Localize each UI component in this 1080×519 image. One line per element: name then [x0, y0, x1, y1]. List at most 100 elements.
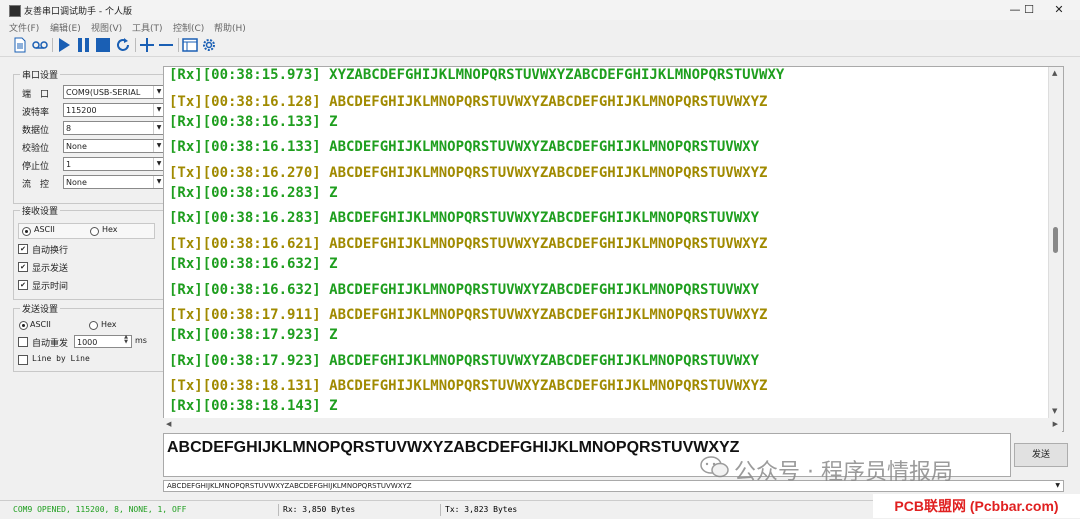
databits-select[interactable]: 8 ▼ — [63, 121, 165, 135]
parity-label: 校验位 — [22, 144, 50, 154]
parity-select[interactable]: None ▼ — [63, 139, 165, 153]
stopbits-label: 停止位 — [22, 162, 50, 172]
scroll-right-icon[interactable]: ▶ — [1053, 420, 1058, 428]
auto-newline-checkbox[interactable]: ✔ — [18, 244, 28, 254]
settings-panel: 串口设置 端 口 COM9(USB-SERIAL ▼ 波特率 115200 ▼ 数据… — [8, 58, 167, 498]
log-line: [Rx][00:38:15.973] XYZABCDEFGHIJKLMNOPQR… — [169, 67, 785, 83]
window-title: 友善串口调试助手 - 个人版 — [24, 7, 132, 17]
close-button[interactable]: ✕ — [1038, 0, 1080, 20]
baud-select[interactable]: 115200 ▼ — [63, 103, 165, 117]
send-ascii-radio[interactable] — [19, 321, 28, 330]
brand-banner: PCB联盟网 (Pcbbar.com) — [873, 494, 1080, 518]
receive-ascii-label: ASCII — [34, 225, 55, 234]
scroll-thumb[interactable] — [1053, 227, 1058, 253]
show-time-label: 显示时间 — [32, 282, 69, 292]
send-settings-group: 发送设置 ASCII Hex 自动重发 1000 ▲ ▼ ms Line by L… — [13, 302, 165, 372]
log-line: [Rx][00:38:18.143] Z — [169, 398, 338, 414]
remove-icon[interactable] — [158, 37, 174, 53]
stepper-icon[interactable]: ▲ ▼ — [122, 335, 130, 346]
auto-resend-checkbox[interactable] — [18, 337, 28, 347]
title-bar: 友善串口调试助手 - 个人版 — ☐ ✕ — [0, 0, 1080, 20]
show-time-checkbox[interactable]: ✔ — [18, 280, 28, 290]
log-line: [Rx][00:38:17.923] Z — [169, 327, 338, 343]
menu-file[interactable]: 文件(F) — [9, 21, 39, 34]
stopbits-select[interactable]: 1 ▼ — [63, 157, 165, 171]
log-vertical-scrollbar[interactable]: ▲ ▼ — [1048, 67, 1063, 431]
send-hex-label: Hex — [101, 320, 117, 329]
baud-label: 波特率 — [22, 108, 50, 118]
databits-label: 数据位 — [22, 126, 50, 136]
receive-log[interactable]: [Rx][00:38:15.973] XYZABCDEFGHIJKLMNOPQR… — [163, 66, 1064, 432]
serial-settings-title: 串口设置 — [20, 68, 61, 81]
scroll-down-icon[interactable]: ▼ — [1052, 407, 1057, 415]
refresh-icon[interactable] — [115, 37, 131, 53]
receive-hex-radio[interactable] — [90, 227, 99, 236]
layout-icon[interactable] — [182, 37, 198, 53]
log-line: [Rx][00:38:16.283] Z — [169, 185, 338, 201]
rx-count: Rx: 3,850 Bytes — [283, 505, 356, 514]
parity-row: 校验位 None ▼ — [22, 139, 167, 154]
menu-help[interactable]: 帮助(H) — [214, 21, 246, 34]
log-line: [Rx][00:38:16.133] Z — [169, 114, 338, 130]
send-history-value: ABCDEFGHIJKLMNOPQRSTUVWXYZABCDEFGHIJKLMN… — [167, 482, 412, 490]
gear-icon[interactable] — [201, 37, 217, 53]
port-row: 端 口 COM9(USB-SERIAL ▼ — [22, 85, 167, 100]
auto-resend-label: 自动重发 — [32, 339, 69, 349]
send-input-text: ABCDEFGHIJKLMNOPQRSTUVWXYZABCDEFGHIJKLMN… — [167, 439, 740, 456]
line-by-line-checkbox[interactable] — [18, 355, 28, 365]
log-line: [Rx][00:38:16.632] Z — [169, 256, 338, 272]
port-status: COM9 OPENED, 115200, 8, NONE, 1, OFF — [13, 505, 187, 514]
scroll-left-icon[interactable]: ◀ — [166, 420, 171, 428]
flow-row: 流 控 None ▼ — [22, 175, 167, 190]
app-icon — [9, 5, 21, 17]
receive-settings-title: 接收设置 — [20, 204, 61, 217]
port-select[interactable]: COM9(USB-SERIAL ▼ — [63, 85, 165, 99]
serial-settings-group: 串口设置 端 口 COM9(USB-SERIAL ▼ 波特率 115200 ▼ 数据… — [13, 68, 167, 204]
receive-ascii-radio[interactable] — [22, 227, 31, 236]
menu-bar: 文件(F) 编辑(E) 视图(V) 工具(T) 控制(C) 帮助(H) — [0, 20, 1080, 34]
stopbits-row: 停止位 1 ▼ — [22, 157, 167, 172]
record-icon[interactable] — [32, 37, 48, 53]
scroll-up-icon[interactable]: ▲ — [1052, 69, 1057, 77]
menu-view[interactable]: 视图(V) — [91, 21, 122, 34]
log-line: [Tx][00:38:16.270] ABCDEFGHIJKLMNOPQRSTU… — [169, 165, 768, 181]
send-button[interactable]: 发送 — [1014, 443, 1068, 467]
toolbar — [0, 34, 1080, 57]
new-file-icon[interactable] — [12, 37, 28, 53]
port-label: 端 口 — [22, 90, 50, 100]
send-ascii-label: ASCII — [30, 320, 51, 329]
watermark-text: 公众号 · 程序员情报局 — [734, 460, 953, 485]
log-line: [Rx][00:38:16.283] ABCDEFGHIJKLMNOPQRSTU… — [169, 210, 760, 226]
interval-unit: ms — [135, 336, 147, 345]
add-icon[interactable] — [139, 37, 155, 53]
tx-count: Tx: 3,823 Bytes — [445, 505, 518, 514]
line-by-line-label: Line by Line — [32, 354, 90, 363]
menu-edit[interactable]: 编辑(E) — [50, 21, 81, 34]
flow-select[interactable]: None ▼ — [63, 175, 165, 189]
menu-control[interactable]: 控制(C) — [173, 21, 204, 34]
receive-settings-group: 接收设置 ASCII Hex ✔ 自动换行 ✔ 显示发送 ✔ 显示时间 — [13, 204, 165, 300]
flow-label: 流 控 — [22, 180, 50, 190]
wechat-icon — [700, 456, 729, 478]
log-horizontal-scrollbar[interactable]: ◀ ▶ — [163, 418, 1062, 432]
pause-icon[interactable] — [75, 37, 91, 53]
receive-mode-box: ASCII Hex — [18, 223, 155, 239]
play-icon[interactable] — [56, 37, 72, 53]
auto-newline-label: 自动换行 — [32, 246, 69, 256]
stop-icon[interactable] — [95, 37, 111, 53]
log-line: [Tx][00:38:18.131] ABCDEFGHIJKLMNOPQRSTU… — [169, 378, 768, 394]
send-hex-radio[interactable] — [89, 321, 98, 330]
baud-row: 波特率 115200 ▼ — [22, 103, 167, 118]
log-line: [Tx][00:38:17.911] ABCDEFGHIJKLMNOPQRSTU… — [169, 307, 768, 323]
menu-tools[interactable]: 工具(T) — [132, 21, 163, 34]
send-settings-title: 发送设置 — [20, 302, 61, 315]
show-send-label: 显示发送 — [32, 264, 69, 274]
show-send-checkbox[interactable]: ✔ — [18, 262, 28, 272]
log-line: [Tx][00:38:16.621] ABCDEFGHIJKLMNOPQRSTU… — [169, 236, 768, 252]
app-window: 友善串口调试助手 - 个人版 — ☐ ✕ 文件(F) 编辑(E) 视图(V) 工… — [0, 0, 1080, 519]
chevron-down-icon: ▼ — [1055, 482, 1060, 489]
databits-row: 数据位 8 ▼ — [22, 121, 167, 136]
receive-hex-label: Hex — [102, 225, 118, 234]
log-line: [Rx][00:38:17.923] ABCDEFGHIJKLMNOPQRSTU… — [169, 353, 760, 369]
log-line: [Rx][00:38:16.632] ABCDEFGHIJKLMNOPQRSTU… — [169, 282, 760, 298]
